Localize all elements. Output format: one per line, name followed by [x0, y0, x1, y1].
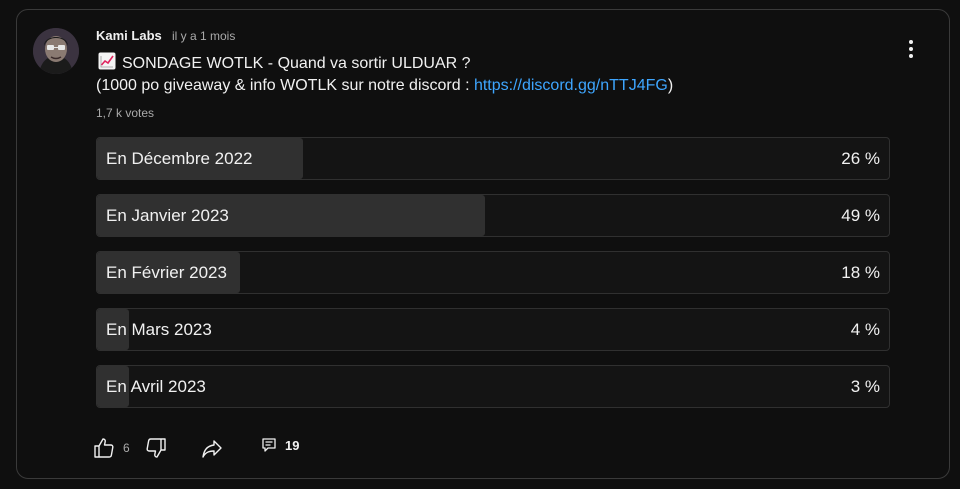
- poll-option-percent: 49 %: [841, 206, 880, 225]
- vote-count: 1,7 k votes: [96, 106, 155, 120]
- post-text-line: (1000 po giveaway & info WOTLK sur notre…: [96, 77, 673, 95]
- like-count: 6: [123, 441, 130, 455]
- chart-increasing-icon: [98, 52, 116, 70]
- comments-button[interactable]: 19: [260, 436, 299, 454]
- more-vertical-icon[interactable]: [898, 36, 924, 62]
- poll-option-percent: 26 %: [841, 149, 880, 168]
- avatar[interactable]: [33, 28, 79, 74]
- poll-option[interactable]: En Mars 2023 4 %: [96, 308, 890, 351]
- discord-link[interactable]: https://discord.gg/nTTJ4FG: [474, 77, 668, 94]
- poll-option-percent: 18 %: [841, 263, 880, 282]
- poll-options: En Décembre 2022 26 % En Janvier 2023 49…: [96, 137, 890, 422]
- poll-option-label: En Décembre 2022: [106, 149, 253, 168]
- poll-option-percent: 4 %: [850, 320, 880, 339]
- poll-option-percent: 3 %: [850, 377, 880, 396]
- post-text-prefix: (1000 po giveaway & info WOTLK sur notre…: [96, 77, 474, 94]
- post-title: SONDAGE WOTLK - Quand va sortir ULDUAR ?: [122, 55, 471, 72]
- share-icon: [202, 440, 222, 458]
- avatar-image: [33, 28, 79, 74]
- thumbs-up-icon: [94, 438, 114, 458]
- thumbs-down-icon: [146, 438, 166, 458]
- poll-option-label: En Janvier 2023: [106, 206, 229, 225]
- poll-option[interactable]: En Janvier 2023 49 %: [96, 194, 890, 237]
- poll-option-label: En Février 2023: [106, 263, 227, 282]
- poll-option-label: En Mars 2023: [106, 320, 212, 339]
- post-title-line: SONDAGE WOTLK - Quand va sortir ULDUAR ?: [98, 52, 471, 73]
- post-time[interactable]: il y a 1 mois: [172, 29, 235, 43]
- poll-option-label: En Avril 2023: [106, 377, 206, 396]
- share-button[interactable]: [200, 436, 224, 460]
- post-text-suffix: ): [667, 77, 674, 94]
- author-name[interactable]: Kami Labs: [96, 28, 162, 43]
- poll-option[interactable]: En Avril 2023 3 %: [96, 365, 890, 408]
- comment-icon: [262, 438, 276, 452]
- like-button[interactable]: 6: [92, 436, 130, 460]
- comments-count: 19: [285, 437, 300, 453]
- poll-option[interactable]: En Février 2023 18 %: [96, 251, 890, 294]
- poll-option[interactable]: En Décembre 2022 26 %: [96, 137, 890, 180]
- action-bar: 6 19: [92, 436, 332, 462]
- dislike-button[interactable]: [144, 436, 168, 460]
